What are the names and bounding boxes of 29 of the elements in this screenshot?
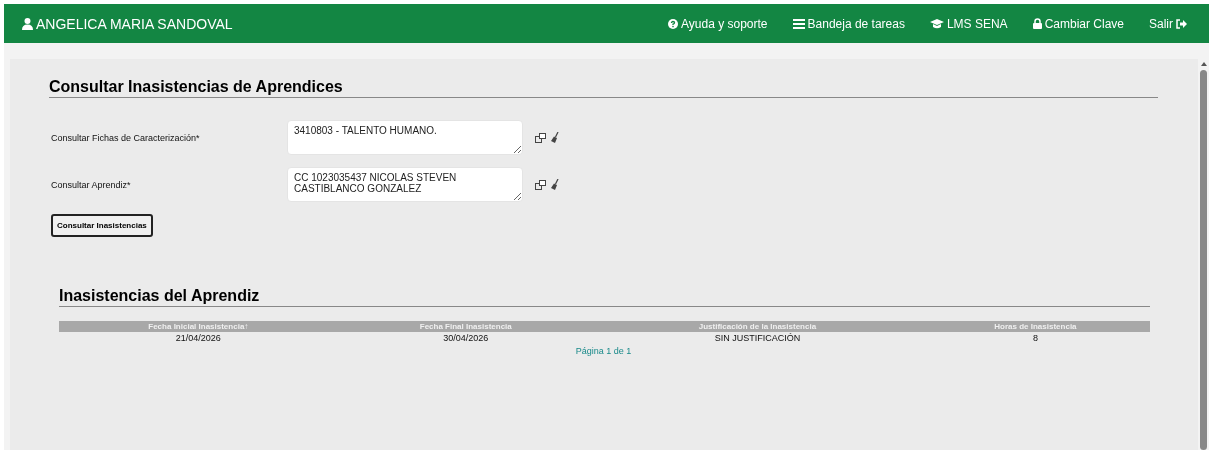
nav-link[interactable]: Salir — [1149, 16, 1187, 31]
table-cell: 30/04/2026 — [337, 332, 594, 344]
section-title: Inasistencias del Aprendiz — [59, 286, 1150, 307]
graduation-cap-icon — [929, 18, 944, 29]
table-cell: 21/04/2026 — [59, 332, 338, 344]
broom-icon[interactable] — [551, 179, 559, 190]
input-field[interactable]: 3410803 - TALENTO HUMANO. — [287, 120, 523, 155]
nav-link[interactable]: LMS SENA — [929, 16, 1008, 31]
section-title: Consultar Inasistencias de Aprendices — [49, 77, 1158, 98]
windows-icon[interactable] — [535, 179, 546, 190]
broom-icon[interactable] — [551, 132, 559, 143]
list-icon — [792, 18, 805, 29]
exit-icon — [1176, 18, 1187, 29]
table-cell: 8 — [920, 332, 1150, 344]
field-label: Consultar Aprendiz* — [51, 179, 132, 190]
user-name: ANGELICA MARIA SANDOVAL — [36, 15, 233, 32]
nav-link[interactable]: Cambiar Clave — [1032, 16, 1124, 31]
table-cell: SIN JUSTIFICACIÓN — [593, 332, 921, 344]
input-field[interactable]: CC 1023035437 NICOLAS STEVEN CASTIBLANCO GONZALEZ — [287, 167, 523, 202]
user-icon — [22, 17, 33, 30]
pagination-text: Página 1 de 1 — [575, 346, 632, 356]
help-icon — [668, 18, 678, 29]
nav-link[interactable]: Bandeja de tareas — [792, 16, 905, 31]
search-button[interactable]: Consultar Inasistencias — [51, 214, 153, 237]
field-label: Consultar Fichas de Caracterización* — [51, 132, 201, 143]
lock-icon — [1032, 18, 1042, 29]
nav-link[interactable]: Ayuda y soporte — [668, 16, 768, 31]
windows-icon[interactable] — [535, 132, 546, 143]
scrollbar[interactable] — [1198, 59, 1209, 450]
